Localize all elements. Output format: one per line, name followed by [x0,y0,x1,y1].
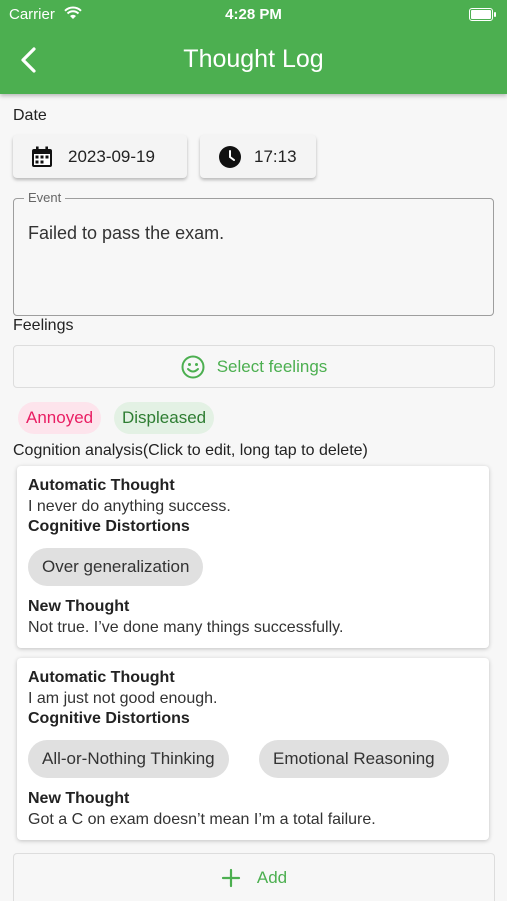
distortion-chip: Emotional Reasoning [259,740,449,778]
new-thought-text: Got a C on exam doesn’t mean I’m a total… [28,811,376,828]
status-bar: Carrier 4:28 PM [0,0,507,28]
clock-icon [219,145,241,168]
automatic-thought-heading: Automatic Thought [28,669,175,686]
cognition-analysis-label: Cognition analysis(Click to edit, long t… [13,442,368,459]
add-label: Add [256,867,288,887]
date-value: 2023-09-19 [68,146,155,166]
cognition-card[interactable]: Automatic Thought I am just not good eno… [17,658,489,840]
cognition-card[interactable]: Automatic Thought I never do anything su… [17,466,489,648]
select-feelings-label: Select feelings [216,356,328,376]
smiley-icon [181,355,205,378]
automatic-thought-heading: Automatic Thought [28,477,175,494]
cognitive-distortions-heading: Cognitive Distortions [28,518,190,535]
date-label: Date [13,107,47,124]
new-thought-heading: New Thought [28,598,130,615]
feeling-tag-displeased[interactable]: Displeased [114,402,215,434]
plus-icon [221,868,240,887]
event-legend: Event [24,190,66,205]
time-value: 17:13 [254,146,297,166]
distortion-chip: All-or-Nothing Thinking [28,740,229,778]
new-thought-text: Not true. I’ve done many things successf… [28,619,344,636]
event-input[interactable] [13,198,494,316]
time-picker-button[interactable]: 17:13 [200,135,316,178]
feeling-tag-annoyed[interactable]: Annoyed [18,402,102,434]
add-button[interactable]: Add [13,853,495,901]
cognitive-distortions-heading: Cognitive Distortions [28,710,190,727]
automatic-thought-text: I am just not good enough. [28,690,218,707]
distortion-chip: Over generalization [28,548,204,586]
new-thought-heading: New Thought [28,790,130,807]
automatic-thought-text: I never do anything success. [28,498,231,515]
calendar-icon [32,146,52,167]
select-feelings-button[interactable]: Select feelings [13,345,495,388]
battery-icon [469,8,496,21]
status-time: 4:28 PM [225,6,282,23]
feelings-label: Feelings [13,317,74,334]
event-value[interactable]: Failed to pass the exam. [28,223,224,244]
date-picker-button[interactable]: 2023-09-19 [13,135,187,178]
page-title: Thought Log [183,45,324,73]
app-bar: Carrier 4:28 PM Thought Log [0,0,507,94]
